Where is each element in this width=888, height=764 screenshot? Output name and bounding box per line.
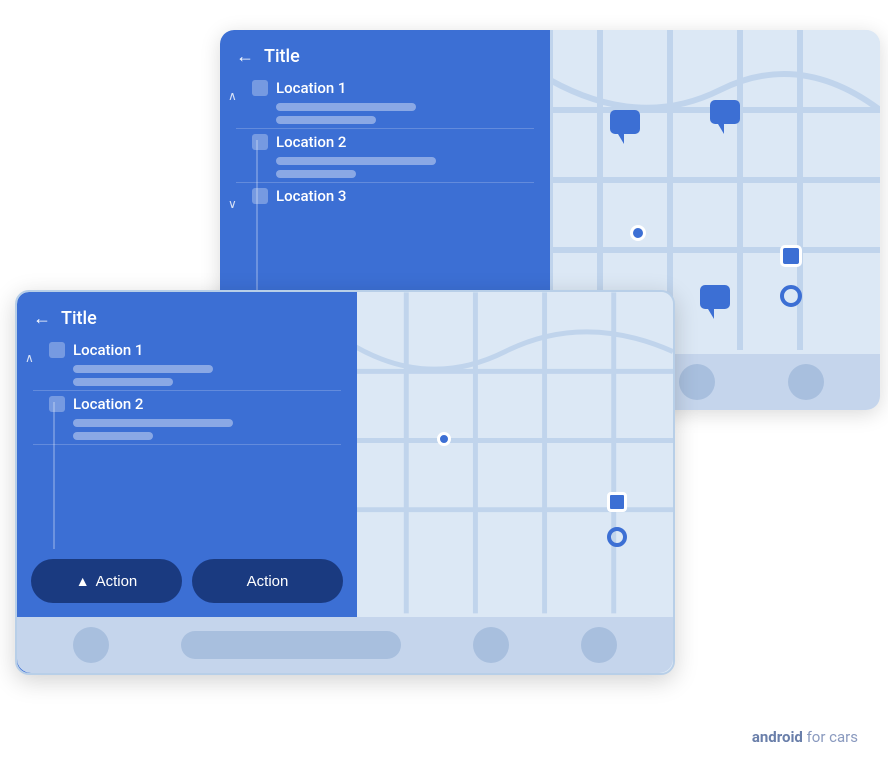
front-location-checkbox-2[interactable] (49, 396, 65, 412)
chevron-up-icon: ∧ (228, 89, 237, 103)
text-line (73, 419, 233, 427)
text-line (73, 378, 173, 386)
location-checkbox-2[interactable] (252, 134, 268, 150)
front-map-square (607, 492, 627, 512)
branding-normal: for cars (803, 728, 858, 746)
map-chat-marker-3 (700, 285, 730, 323)
location-name-3: Location 3 (276, 187, 346, 205)
location-lines-1 (252, 103, 542, 124)
map-dot-marker (630, 225, 646, 241)
front-map-ring (607, 527, 627, 547)
action-label-1: Action (96, 573, 138, 590)
front-card-bottom-bar (17, 617, 673, 673)
front-sidebar-title: Title (61, 308, 97, 329)
front-card: ← Title ∧ Location 1 (15, 290, 675, 675)
location-header-2: Location 2 (252, 133, 542, 151)
front-bottom-dot-1 (73, 627, 109, 663)
location-header-1: Location 1 (252, 79, 542, 97)
front-location-header-1: Location 1 (49, 341, 349, 359)
back-arrow-icon[interactable]: ← (236, 46, 254, 67)
front-chevron-up-icon: ∧ (25, 351, 34, 365)
bottom-dot-2 (679, 364, 715, 400)
divider (236, 128, 534, 129)
text-line (276, 170, 356, 178)
front-bottom-pill (181, 631, 401, 659)
front-location-name-1: Location 1 (73, 341, 143, 359)
action-button-1[interactable]: ▲ Action (31, 559, 182, 603)
location-item-3[interactable]: ∨ Location 3 (228, 187, 542, 211)
front-location-content-2: Location 2 (49, 395, 349, 440)
navigation-icon: ▲ (76, 573, 90, 589)
text-line (276, 103, 416, 111)
back-sidebar-title: Title (264, 46, 300, 67)
front-location-item-1[interactable]: ∧ Location 1 (25, 341, 349, 386)
chevron-down-icon: ∨ (228, 197, 237, 211)
front-chevron-col-2 (25, 395, 45, 405)
branding-bold: android (752, 728, 803, 746)
location-lines-2 (252, 157, 542, 178)
front-sidebar-header: ← Title (17, 292, 357, 341)
front-divider-2 (33, 444, 341, 445)
front-location-lines-1 (49, 365, 349, 386)
divider (236, 182, 534, 183)
front-back-arrow-icon[interactable]: ← (33, 308, 51, 329)
text-line (276, 116, 376, 124)
location-item-1[interactable]: ∧ Location 1 (228, 79, 542, 124)
action-bar: ▲ Action Action (17, 549, 357, 613)
branding: android for cars (752, 728, 858, 746)
text-line (276, 157, 436, 165)
front-bottom-dot-2 (473, 627, 509, 663)
back-sidebar-header: ← Title (220, 30, 550, 79)
front-location-name-2: Location 2 (73, 395, 143, 413)
front-map-grid (347, 292, 673, 673)
location-item-2[interactable]: Location 2 (228, 133, 542, 178)
text-line (73, 365, 213, 373)
location-content-1: Location 1 (252, 79, 542, 124)
location-content-3: Location 3 (252, 187, 542, 211)
bottom-dot-3 (788, 364, 824, 400)
map-chat-marker-1 (610, 110, 640, 148)
front-location-checkbox-1[interactable] (49, 342, 65, 358)
location-checkbox-1[interactable] (252, 80, 268, 96)
location-content-2: Location 2 (252, 133, 542, 178)
front-divider (33, 390, 341, 391)
location-name-1: Location 1 (276, 79, 346, 97)
front-card-sidebar: ← Title ∧ Location 1 (17, 292, 357, 673)
front-map-dot (437, 432, 451, 446)
front-card-map (347, 292, 673, 673)
map-chat-marker-2 (710, 100, 740, 138)
front-location-item-2[interactable]: Location 2 (25, 395, 349, 440)
front-location-lines-2 (49, 419, 349, 440)
front-chevron-col-1: ∧ (25, 341, 45, 365)
chevron-col-2 (228, 133, 248, 143)
front-location-content-1: Location 1 (49, 341, 349, 386)
chevron-col-1: ∧ (228, 79, 248, 103)
location-header-3: Location 3 (252, 187, 542, 205)
action-button-2[interactable]: Action (192, 559, 343, 603)
front-location-header-2: Location 2 (49, 395, 349, 413)
map-ring-marker (780, 285, 802, 307)
front-bottom-dot-3 (581, 627, 617, 663)
location-name-2: Location 2 (276, 133, 346, 151)
chevron-col-3: ∨ (228, 187, 248, 211)
action-label-2: Action (247, 573, 289, 590)
map-square-marker (780, 245, 802, 267)
location-checkbox-3[interactable] (252, 188, 268, 204)
text-line (73, 432, 153, 440)
